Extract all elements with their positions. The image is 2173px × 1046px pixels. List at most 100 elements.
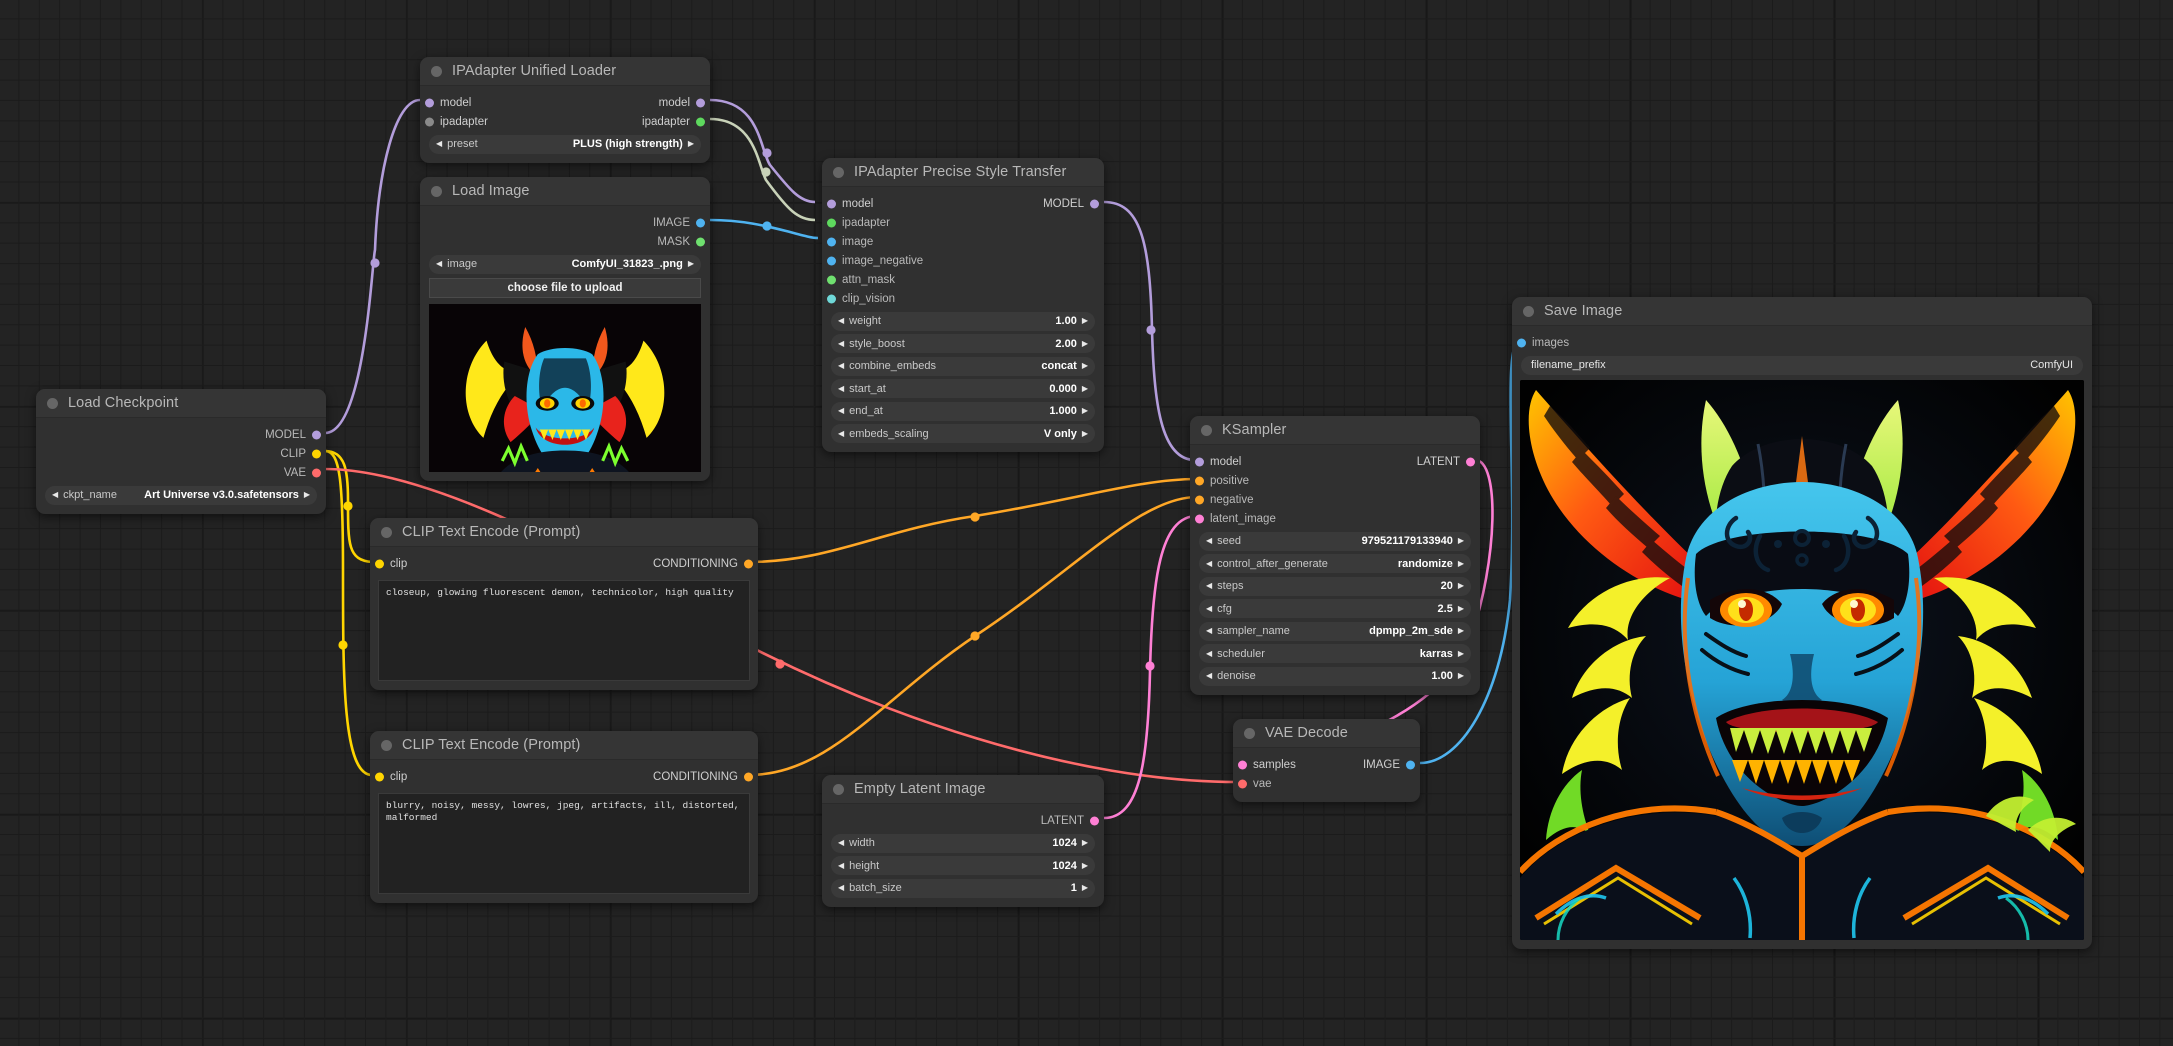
chevron-left-icon[interactable]: ◀ [838,429,844,438]
chevron-left-icon[interactable]: ◀ [1206,582,1212,590]
slot-row-image-out[interactable]: IMAGE [420,213,710,232]
node-title-bar[interactable]: Save Image [1512,297,2092,326]
output-port-image[interactable] [696,218,705,227]
slot-row-image[interactable]: image [822,232,1104,251]
slot-row-clip[interactable]: clip CONDITIONING [370,767,758,786]
prompt-textarea-positive[interactable]: closeup, glowing fluorescent demon, tech… [378,580,750,681]
slot-row-mask-out[interactable]: MASK [420,232,710,251]
collapse-dot-icon[interactable] [833,783,844,795]
chevron-left-icon[interactable]: ◀ [1206,627,1212,635]
slot-row-model[interactable]: model model [420,93,710,112]
collapse-dot-icon[interactable] [833,166,844,178]
node-vae-decode[interactable]: VAE Decode samples IMAGE vae [1233,719,1420,802]
collapse-dot-icon[interactable] [431,65,442,77]
output-port-clip[interactable] [312,449,321,458]
node-empty-latent-image[interactable]: Empty Latent Image LATENT ◀ width 1024 ▶… [822,775,1104,907]
collapse-dot-icon[interactable] [1201,424,1212,436]
node-clip-text-encode-positive[interactable]: CLIP Text Encode (Prompt) clip CONDITION… [370,518,758,690]
slot-row-ipadapter[interactable]: ipadapter [822,213,1104,232]
slot-row-model-out[interactable]: MODEL [36,425,326,444]
node-ipadapter-unified-loader[interactable]: IPAdapter Unified Loader model model ipa… [420,57,710,163]
slot-row-positive[interactable]: positive [1190,471,1480,490]
chevron-left-icon[interactable]: ◀ [1206,649,1212,658]
chevron-right-icon[interactable]: ▶ [1082,384,1088,393]
chevron-right-icon[interactable]: ▶ [1458,649,1464,658]
slot-row-samples[interactable]: samples IMAGE [1233,755,1420,774]
output-port-latent[interactable] [1466,457,1475,466]
node-save-image[interactable]: Save Image images filename_prefix ComfyU… [1512,297,2092,949]
chevron-right-icon[interactable]: ▶ [1458,604,1464,613]
widget-style-boost[interactable]: ◀ style_boost 2.00 ▶ [831,334,1095,353]
output-image-preview[interactable] [1520,379,2084,940]
chevron-right-icon[interactable]: ▶ [1458,559,1464,568]
widget-batch-size[interactable]: ◀ batch_size 1 ▶ [831,878,1095,898]
input-port-attn-mask[interactable] [827,275,836,284]
chevron-left-icon[interactable]: ◀ [838,339,844,348]
widget-width[interactable]: ◀ width 1024 ▶ [831,833,1095,853]
widget-scheduler[interactable]: ◀ scheduler karras ▶ [1199,644,1471,663]
input-port-images[interactable] [1517,338,1526,347]
node-title-bar[interactable]: IPAdapter Precise Style Transfer [822,158,1104,187]
node-title-bar[interactable]: VAE Decode [1233,719,1420,748]
widget-cfg[interactable]: ◀ cfg 2.5 ▶ [1199,599,1471,618]
chevron-left-icon[interactable]: ◀ [838,384,844,393]
node-title-bar[interactable]: IPAdapter Unified Loader [420,57,710,86]
chevron-left-icon[interactable]: ◀ [436,260,442,268]
slot-row-clip[interactable]: clip CONDITIONING [370,554,758,573]
chevron-right-icon[interactable]: ▶ [1458,627,1464,635]
slot-row-model[interactable]: model LATENT [1190,452,1480,471]
chevron-left-icon[interactable]: ◀ [1206,559,1212,568]
input-port-image[interactable] [827,237,836,246]
input-port-latent-image[interactable] [1195,514,1204,523]
chevron-left-icon[interactable]: ◀ [838,861,844,870]
output-port-ipadapter[interactable] [696,117,705,126]
input-port-ipadapter[interactable] [425,117,434,126]
chevron-left-icon[interactable]: ◀ [1206,537,1212,545]
workflow-canvas[interactable]: IPAdapter Unified Loader model model ipa… [0,0,2173,1046]
collapse-dot-icon[interactable] [1244,727,1255,739]
chevron-left-icon[interactable]: ◀ [838,839,844,847]
widget-control-after-generate[interactable]: ◀ control_after_generate randomize ▶ [1199,554,1471,573]
prompt-textarea-negative[interactable]: blurry, noisy, messy, lowres, jpeg, arti… [378,793,750,894]
collapse-dot-icon[interactable] [1523,305,1534,317]
widget-ckpt-name[interactable]: ◀ ckpt_name Art Universe v3.0.safetensor… [45,485,317,505]
chevron-right-icon[interactable]: ▶ [1082,861,1088,870]
chevron-right-icon[interactable]: ▶ [1458,672,1464,680]
input-port-clip[interactable] [375,772,384,781]
node-title-bar[interactable]: CLIP Text Encode (Prompt) [370,518,758,547]
output-port-conditioning[interactable] [744,559,753,568]
chevron-left-icon[interactable]: ◀ [52,491,58,499]
chevron-left-icon[interactable]: ◀ [838,407,844,415]
node-title-bar[interactable]: Empty Latent Image [822,775,1104,804]
chevron-left-icon[interactable]: ◀ [838,884,844,892]
node-title-bar[interactable]: Load Checkpoint [36,389,326,418]
widget-denoise[interactable]: ◀ denoise 1.00 ▶ [1199,666,1471,686]
input-port-model[interactable] [1195,457,1204,466]
chevron-right-icon[interactable]: ▶ [1458,537,1464,545]
input-port-model[interactable] [827,199,836,208]
input-port-positive[interactable] [1195,476,1204,485]
slot-row-model[interactable]: model MODEL [822,194,1104,213]
slot-row-negative[interactable]: negative [1190,490,1480,509]
widget-sampler-name[interactable]: ◀ sampler_name dpmpp_2m_sde ▶ [1199,621,1471,641]
chevron-right-icon[interactable]: ▶ [304,491,310,499]
slot-row-clip-out[interactable]: CLIP [36,444,326,463]
chevron-right-icon[interactable]: ▶ [1458,582,1464,590]
chevron-right-icon[interactable]: ▶ [1082,429,1088,438]
widget-combine-embeds[interactable]: ◀ combine_embeds concat ▶ [831,356,1095,376]
collapse-dot-icon[interactable] [381,739,392,751]
widget-start-at[interactable]: ◀ start_at 0.000 ▶ [831,379,1095,398]
output-port-model[interactable] [312,430,321,439]
output-port-model[interactable] [1090,199,1099,208]
output-port-image[interactable] [1406,760,1415,769]
collapse-dot-icon[interactable] [431,185,442,197]
input-port-clip[interactable] [375,559,384,568]
output-port-model[interactable] [696,98,705,107]
output-port-vae[interactable] [312,468,321,477]
chevron-left-icon[interactable]: ◀ [436,140,442,148]
output-port-latent[interactable] [1090,816,1099,825]
chevron-right-icon[interactable]: ▶ [1082,339,1088,348]
input-port-model[interactable] [425,98,434,107]
widget-end-at[interactable]: ◀ end_at 1.000 ▶ [831,401,1095,421]
slot-row-ipadapter[interactable]: ipadapter ipadapter [420,112,710,131]
